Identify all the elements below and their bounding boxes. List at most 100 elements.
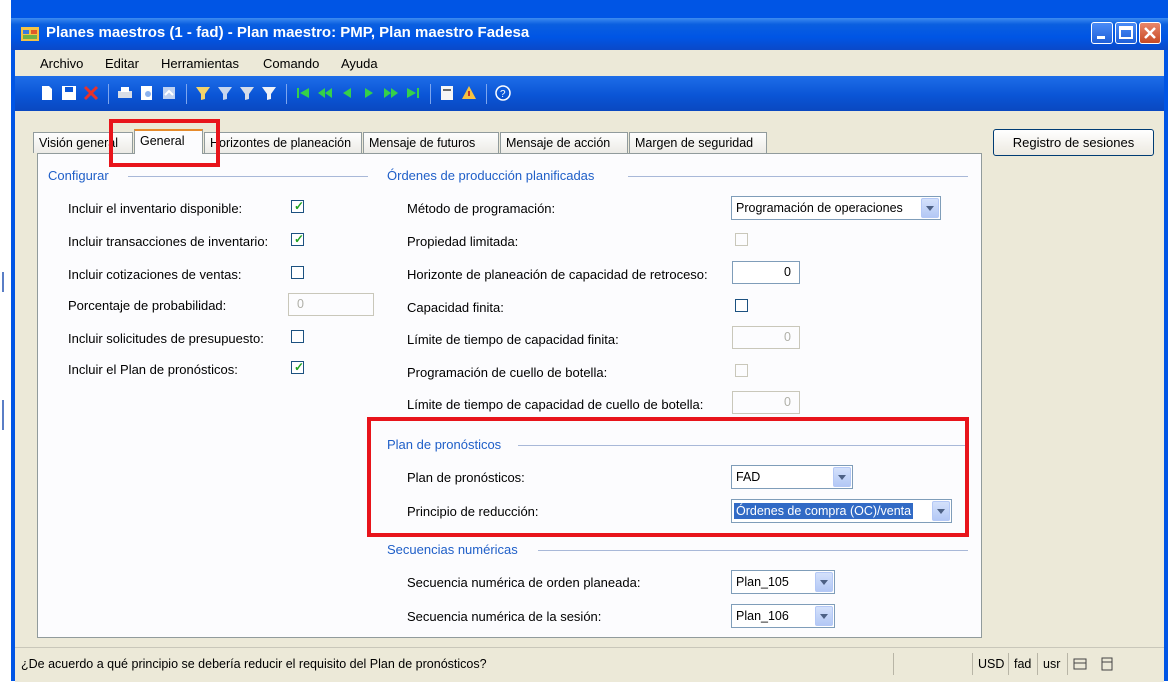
field-label: Horizonte de planeación de capacidad de …	[407, 267, 708, 282]
close-button[interactable]	[1139, 22, 1161, 44]
help-icon[interactable]: ?	[495, 85, 511, 101]
incluir-inventario-disponible-checkbox[interactable]: ✓	[291, 199, 305, 213]
session-icon	[1101, 657, 1113, 671]
tab-mensaje-de-accion[interactable]: Mensaje de acción	[500, 132, 628, 153]
field-label: Propiedad limitada:	[407, 234, 519, 249]
menu-bar: Archivo Editar Herramientas Comando Ayud…	[15, 50, 1164, 76]
status-empty-cell	[893, 653, 977, 675]
limite-cuello-botella-input[interactable]: 0	[732, 391, 800, 414]
delete-icon[interactable]	[83, 85, 99, 101]
secuencia-sesion-select[interactable]: Plan_106	[731, 604, 835, 628]
svg-text:?: ?	[500, 89, 506, 100]
background-mark	[2, 400, 4, 430]
chevron-down-icon[interactable]	[921, 198, 939, 218]
minimize-button[interactable]	[1091, 22, 1113, 44]
next-page-icon[interactable]	[383, 85, 399, 101]
status-help-text: ¿De acuerdo a qué principio se debería r…	[21, 657, 487, 671]
close-icon	[1144, 27, 1156, 39]
chevron-down-icon[interactable]	[815, 572, 833, 592]
porcentaje-probabilidad-input[interactable]: 0	[288, 293, 374, 316]
check-icon: ✓	[294, 199, 305, 213]
save-icon[interactable]	[61, 85, 77, 101]
check-icon: ✓	[294, 360, 305, 374]
select-value: Plan_105	[736, 575, 789, 589]
database-icon	[1073, 658, 1087, 670]
field-label: Límite de tiempo de capacidad finita:	[407, 332, 619, 347]
filter-by-grid-icon[interactable]	[217, 85, 233, 101]
configurar-group-title: Configurar	[48, 168, 115, 183]
incluir-cotizaciones-ventas-checkbox[interactable]	[291, 266, 304, 279]
field-label: Límite de tiempo de capacidad de cuello …	[407, 397, 704, 412]
print-icon[interactable]	[117, 85, 133, 101]
select-value: Plan_106	[736, 609, 789, 623]
side-panel	[982, 127, 1164, 638]
document-handling-icon[interactable]	[439, 85, 455, 101]
menu-comando[interactable]: Comando	[263, 56, 319, 71]
tab-mensaje-de-futuros[interactable]: Mensaje de futuros	[363, 132, 499, 153]
first-record-icon[interactable]	[295, 85, 311, 101]
alert-icon[interactable]	[461, 85, 477, 101]
menu-editar[interactable]: Editar	[105, 56, 139, 71]
capacidad-finita-checkbox[interactable]	[735, 299, 748, 312]
chevron-down-icon[interactable]	[815, 606, 833, 626]
maximize-button[interactable]	[1115, 22, 1137, 44]
status-company: fad	[1008, 653, 1031, 675]
app-window: Planes maestros (1 - fad) - Plan maestro…	[11, 0, 1168, 682]
tab-horizontes-de-planeacion[interactable]: Horizontes de planeación	[204, 132, 362, 153]
field-label: Capacidad finita:	[407, 300, 504, 315]
filter-by-selection-icon[interactable]	[195, 85, 211, 101]
highlight-box-plan-pronosticos	[367, 417, 969, 537]
horizonte-retroceso-input[interactable]: 0	[732, 261, 800, 284]
status-session-icon[interactable]	[1095, 653, 1122, 675]
secuencia-orden-planeada-select[interactable]: Plan_105	[731, 570, 835, 594]
background-mark	[2, 272, 4, 292]
group-divider	[628, 176, 968, 177]
previous-page-icon[interactable]	[317, 85, 333, 101]
app-window-icon	[21, 27, 39, 41]
field-label: Incluir el Plan de pronósticos:	[68, 362, 238, 377]
field-label: Incluir el inventario disponible:	[68, 201, 243, 216]
export-icon[interactable]	[161, 85, 177, 101]
registro-de-sesiones-button[interactable]: Registro de sesiones	[993, 129, 1154, 156]
advanced-filter-icon[interactable]	[239, 85, 255, 101]
field-label: Secuencia numérica de la sesión:	[407, 609, 602, 624]
incluir-solicitudes-presupuesto-checkbox[interactable]	[291, 330, 304, 343]
tab-content-panel: Configurar Incluir el inventario disponi…	[37, 153, 982, 638]
group-divider	[538, 550, 968, 551]
secuencias-group-title: Secuencias numéricas	[387, 542, 524, 557]
field-label: Programación de cuello de botella:	[407, 365, 608, 380]
status-bar: ¿De acuerdo a qué principio se debería r…	[15, 647, 1164, 682]
title-bar[interactable]: Planes maestros (1 - fad) - Plan maestro…	[11, 18, 1168, 50]
toolbar: ?	[15, 76, 1164, 111]
field-label: Método de programación:	[407, 201, 556, 216]
check-icon: ✓	[294, 232, 305, 246]
limite-capacidad-finita-input[interactable]: 0	[732, 326, 800, 349]
field-label: Incluir cotizaciones de ventas:	[68, 267, 242, 282]
status-currency: USD	[972, 653, 1004, 675]
minimize-icon	[1097, 36, 1105, 39]
field-label: Incluir solicitudes de presupuesto:	[68, 331, 264, 346]
field-label: Incluir transacciones de inventario:	[68, 234, 269, 249]
incluir-transacciones-inventario-checkbox[interactable]: ✓	[291, 232, 305, 246]
sort-icon[interactable]	[261, 85, 277, 101]
print-preview-icon[interactable]	[139, 85, 155, 101]
select-value: Programación de operaciones	[736, 201, 903, 215]
maximize-icon	[1119, 26, 1133, 39]
next-record-icon[interactable]	[361, 85, 377, 101]
menu-archivo[interactable]: Archivo	[40, 56, 83, 71]
last-record-icon[interactable]	[405, 85, 421, 101]
group-divider	[128, 176, 368, 177]
new-icon[interactable]	[39, 85, 55, 101]
highlight-box-general-tab	[109, 119, 220, 167]
field-label: Porcentaje de probabilidad:	[68, 298, 227, 313]
menu-herramientas[interactable]: Herramientas	[161, 56, 239, 71]
metodo-programacion-select[interactable]: Programación de operaciones	[731, 196, 941, 220]
tab-margen-de-seguridad[interactable]: Margen de seguridad	[629, 132, 767, 153]
propiedad-limitada-checkbox[interactable]	[735, 233, 748, 246]
incluir-plan-pronosticos-checkbox[interactable]: ✓	[291, 360, 305, 374]
status-database-icon[interactable]	[1067, 653, 1095, 675]
cuello-botella-checkbox[interactable]	[735, 364, 748, 377]
status-layer: usr	[1037, 653, 1060, 675]
menu-ayuda[interactable]: Ayuda	[341, 56, 378, 71]
previous-record-icon[interactable]	[339, 85, 355, 101]
